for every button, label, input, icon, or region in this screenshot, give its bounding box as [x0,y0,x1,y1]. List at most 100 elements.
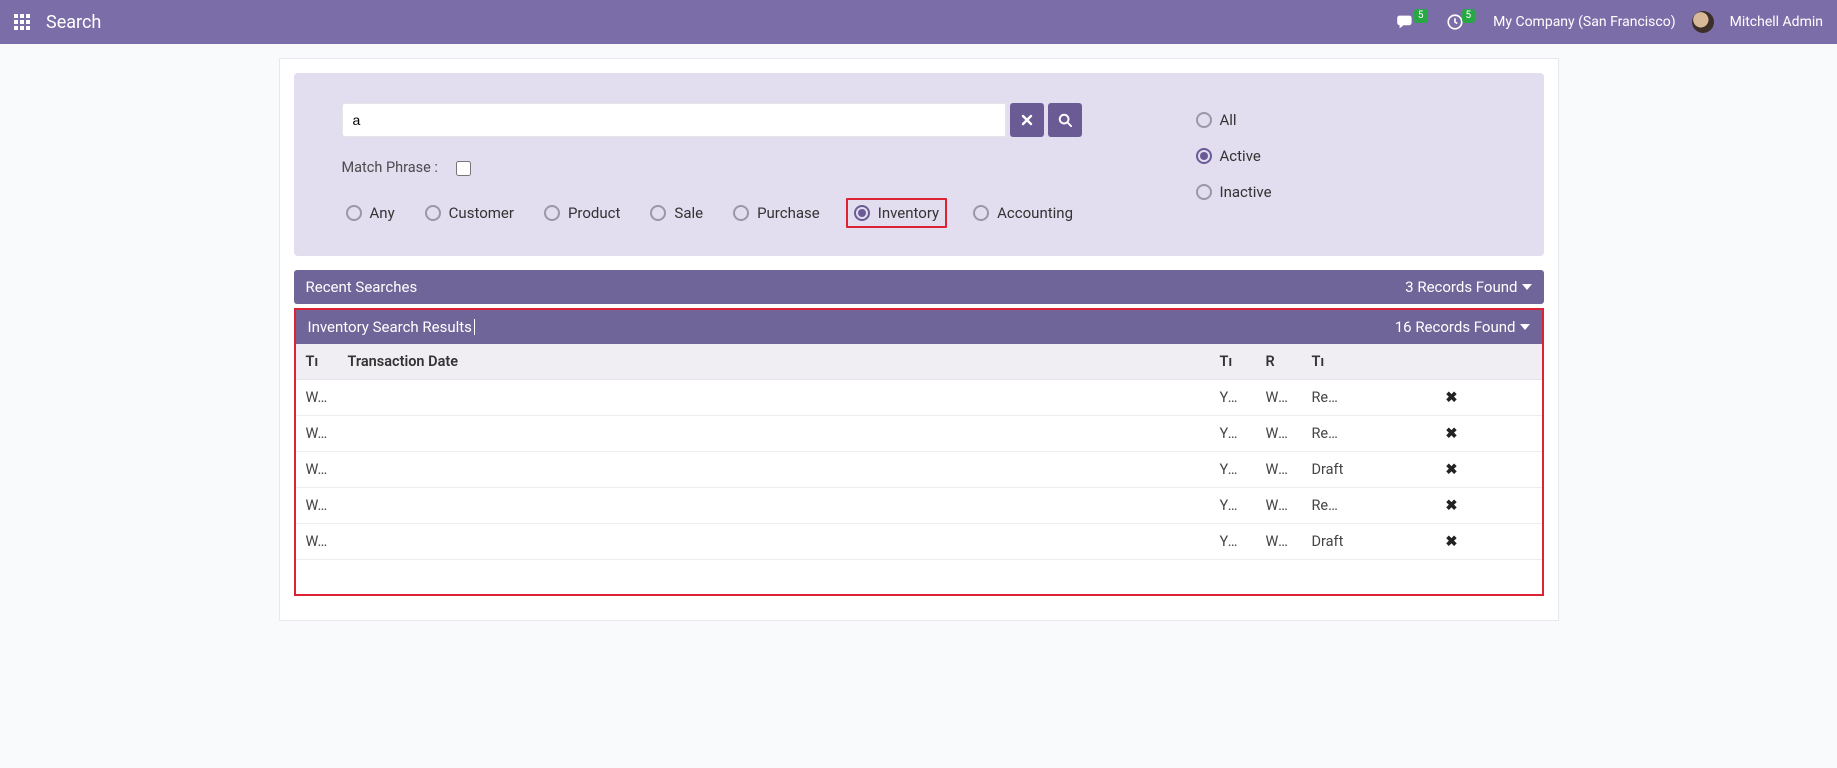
inventory-results-highlight: Inventory Search Results 16 Records Foun… [294,308,1544,596]
company-switcher[interactable]: My Company (San Francisco) [1493,14,1675,30]
caret-down-icon [1520,324,1530,330]
table-row[interactable]: W… Yo…Wo…Draft ✖ [296,452,1542,488]
cell: Wo… [1256,524,1302,560]
radio-input[interactable] [425,205,441,221]
delete-icon[interactable]: ✖ [1445,389,1457,406]
category-radio-purchase[interactable]: Purchase [729,198,824,228]
clear-button[interactable] [1010,103,1044,137]
table-row[interactable]: W… Yo…Wo…Re… ✖ [296,380,1542,416]
avatar[interactable] [1692,11,1714,33]
caret-down-icon [1522,284,1532,290]
radio-input[interactable] [973,205,989,221]
activity-badge: 5 [1462,9,1476,23]
col-header[interactable]: Transaction Date [338,344,1210,380]
col-header[interactable]: Tı [296,344,338,380]
cell: Re… [1302,416,1362,452]
category-radio-inventory[interactable]: Inventory [846,198,947,228]
cell: Wo… [1256,416,1302,452]
cell: Yo… [1210,416,1256,452]
radio-label: Any [370,204,395,222]
radio-label: Purchase [757,204,820,222]
cell: Draft [1302,452,1362,488]
col-header[interactable]: R [1256,344,1302,380]
status-radio-inactive[interactable]: Inactive [1192,181,1276,203]
activity-icon[interactable]: 5 [1446,13,1478,31]
radio-label: Sale [674,204,703,222]
messages-badge: 5 [1414,9,1428,23]
inventory-results-bar[interactable]: Inventory Search Results 16 Records Foun… [296,310,1542,344]
cell: W… [296,416,338,452]
user-menu[interactable]: Mitchell Admin [1730,14,1823,30]
radio-input[interactable] [1196,112,1212,128]
table-row[interactable]: W… Yo…Wo…Re… ✖ [296,488,1542,524]
delete-icon[interactable]: ✖ [1445,533,1457,550]
delete-icon[interactable]: ✖ [1445,497,1457,514]
category-radio-accounting[interactable]: Accounting [969,198,1077,228]
radio-input[interactable] [650,205,666,221]
category-radio-sale[interactable]: Sale [646,198,707,228]
cell: Yo… [1210,524,1256,560]
cell: W… [296,380,338,416]
table-row[interactable]: W… Yo…Wo…Re… ✖ [296,416,1542,452]
radio-label: Inactive [1220,183,1272,201]
cell: Yo… [1210,380,1256,416]
row-actions: ✖ [1362,380,1542,416]
radio-label: Customer [449,204,514,222]
table-row[interactable]: W… Yo…Wo…Draft ✖ [296,524,1542,560]
cell: Yo… [1210,488,1256,524]
search-input[interactable] [342,103,1006,137]
delete-icon[interactable]: ✖ [1445,425,1457,442]
cell: Draft [1302,524,1362,560]
text-cursor [474,319,475,335]
cell: Wo… [1256,452,1302,488]
radio-input[interactable] [733,205,749,221]
apps-icon[interactable] [14,14,30,30]
radio-input[interactable] [346,205,362,221]
row-actions: ✖ [1362,416,1542,452]
cell: Wo… [1256,488,1302,524]
status-radio-active[interactable]: Active [1192,145,1276,167]
cell: W… [296,524,338,560]
cell: Wo… [1256,380,1302,416]
radio-label: Inventory [878,204,939,222]
search-button[interactable] [1048,103,1082,137]
match-phrase-checkbox[interactable] [456,161,471,176]
delete-icon[interactable]: ✖ [1445,461,1457,478]
row-actions: ✖ [1362,488,1542,524]
recent-searches-toggle[interactable]: 3 Records Found [1405,278,1531,296]
category-radio-customer[interactable]: Customer [421,198,518,228]
radio-input[interactable] [1196,184,1212,200]
radio-input[interactable] [854,205,870,221]
category-radio-product[interactable]: Product [540,198,624,228]
col-header-actions [1362,344,1542,380]
radio-input[interactable] [544,205,560,221]
radio-input[interactable] [1196,148,1212,164]
inventory-results-title: Inventory Search Results [308,318,472,336]
cell [338,416,1210,452]
messages-icon[interactable]: 5 [1396,14,1430,30]
cell: W… [296,452,338,488]
row-actions: ✖ [1362,524,1542,560]
match-phrase-label: Match Phrase : [342,159,438,176]
col-header[interactable]: Tı [1302,344,1362,380]
inventory-results-toggle[interactable]: 16 Records Found [1395,318,1530,336]
results-table: Tı Transaction Date Tı R Tı W…Yo…Wo…Re…✖… [296,344,1542,560]
cell [338,380,1210,416]
radio-label: Product [568,204,620,222]
category-radio-group: Any Customer Product Sale Purchase Inventory A… [342,198,1082,228]
col-header[interactable]: Tı [1210,344,1256,380]
cell [338,488,1210,524]
cell: Yo… [1210,452,1256,488]
radio-label: All [1220,111,1237,129]
cell: Re… [1302,380,1362,416]
cell: Re… [1302,488,1362,524]
navbar: Search 5 5 My Company (San Francisco) Mi… [0,0,1837,44]
status-radio-all[interactable]: All [1192,109,1276,131]
recent-searches-bar[interactable]: Recent Searches 3 Records Found [294,270,1544,304]
cell [338,452,1210,488]
radio-label: Active [1220,147,1261,165]
cell: W… [296,488,338,524]
page-title: Search [46,12,101,33]
search-panel: Match Phrase : Any Customer Product Sale Pur… [294,73,1544,256]
category-radio-any[interactable]: Any [342,198,399,228]
